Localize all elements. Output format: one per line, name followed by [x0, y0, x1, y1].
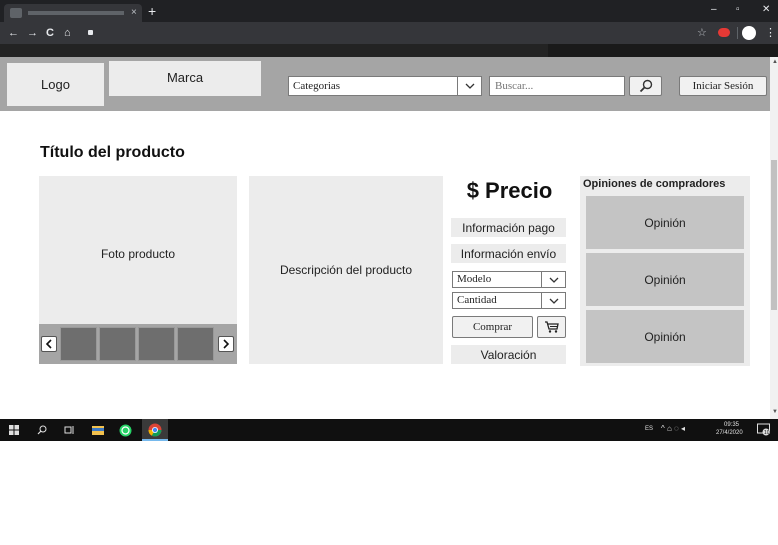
- bookmark-star-icon[interactable]: ☆: [697, 26, 707, 39]
- extension-icon[interactable]: [718, 28, 730, 37]
- reload-icon[interactable]: C: [46, 26, 54, 40]
- profile-avatar-icon[interactable]: [742, 26, 756, 40]
- home-icon[interactable]: ⌂: [64, 26, 71, 40]
- clock-date[interactable]: 27/4/2020: [716, 430, 743, 437]
- clock-time[interactable]: 09:35: [724, 422, 739, 429]
- model-select[interactable]: Modelo: [452, 271, 566, 288]
- whatsapp-icon[interactable]: [117, 422, 133, 438]
- browser-menu-icon[interactable]: ⋮: [765, 26, 776, 39]
- thumbnail[interactable]: [177, 327, 214, 361]
- product-price: $ Precio: [466, 178, 553, 203]
- opinion-card[interactable]: Opinión: [586, 310, 744, 363]
- language-indicator[interactable]: ES: [645, 426, 653, 433]
- tab-title-placeholder: [28, 11, 124, 15]
- notification-count: 10: [764, 430, 770, 436]
- product-photo-area: Foto producto: [39, 176, 237, 364]
- chevron-down-icon: [457, 77, 481, 95]
- tab-close-icon[interactable]: ×: [131, 6, 137, 20]
- back-icon[interactable]: ←: [8, 26, 19, 40]
- scroll-thumb[interactable]: [771, 160, 777, 310]
- bookmarks-bar-segment: [0, 44, 548, 57]
- search-icon: [639, 79, 652, 93]
- browser-toolbar: ← → C ⌂ ☆ ⋮: [0, 22, 778, 44]
- login-button[interactable]: Iniciar Sesión: [679, 76, 767, 96]
- scroll-up-icon[interactable]: ▲: [772, 59, 778, 65]
- buyer-opinions-heading: Opiniones de compradores: [583, 178, 726, 190]
- payment-info-link[interactable]: Información pago: [451, 218, 566, 237]
- chevron-down-icon: [541, 293, 565, 308]
- bookmarks-bar: [0, 44, 778, 57]
- toolbar-divider: [737, 27, 738, 39]
- windows-start-icon[interactable]: [6, 422, 22, 438]
- cart-icon: [544, 321, 559, 333]
- maximize-button[interactable]: ▫: [736, 3, 740, 17]
- buyer-opinions-panel: Opiniones de compradores Opinión Opinión…: [580, 176, 750, 366]
- tab-favicon-icon: [10, 8, 22, 18]
- chevron-down-icon: [541, 272, 565, 287]
- search-icon[interactable]: [34, 422, 50, 438]
- rating: Valoración: [451, 345, 566, 364]
- search-input[interactable]: [489, 76, 625, 96]
- site-header: Logo Marca Categorias Iniciar Sesión: [0, 57, 770, 111]
- browser-tab[interactable]: ×: [4, 4, 142, 22]
- logo[interactable]: Logo: [7, 63, 104, 106]
- opinion-card[interactable]: Opinión: [586, 253, 744, 306]
- product-photo-label: Foto producto: [100, 247, 176, 261]
- browser-tab-bar: × + – ▫ ✕: [0, 0, 778, 22]
- model-select-value: Modelo: [457, 273, 492, 285]
- category-select-value: Categorias: [293, 80, 341, 92]
- web-page: Logo Marca Categorias Iniciar Sesión Tít…: [0, 57, 770, 419]
- chevron-right-icon: [223, 339, 230, 349]
- thumbnail-prev-button[interactable]: [41, 336, 57, 352]
- notification-center-icon[interactable]: 10: [757, 423, 770, 436]
- screen: × + – ▫ ✕ ← → C ⌂ ☆ ⋮ Logo Marca Categor…: [0, 0, 778, 441]
- system-tray-icons[interactable]: ^ ⌂ ◌ ◂: [661, 424, 685, 434]
- opinion-card[interactable]: Opinión: [586, 196, 744, 249]
- thumbnail[interactable]: [99, 327, 136, 361]
- page-scrollbar[interactable]: ▲ ▼: [770, 57, 778, 419]
- new-tab-button[interactable]: +: [148, 3, 156, 19]
- brand[interactable]: Marca: [109, 61, 261, 96]
- active-app-indicator: [142, 439, 168, 441]
- thumbnail-next-button[interactable]: [218, 336, 234, 352]
- thumbnail-strip: [39, 324, 237, 364]
- minimize-button[interactable]: –: [711, 3, 717, 17]
- task-view-icon[interactable]: [61, 422, 77, 438]
- shipping-info-link[interactable]: Información envío: [451, 244, 566, 263]
- scroll-down-icon[interactable]: ▼: [772, 409, 778, 415]
- buy-button[interactable]: Comprar: [452, 316, 533, 338]
- folder-icon[interactable]: [90, 422, 106, 438]
- chrome-icon[interactable]: [147, 422, 163, 438]
- category-select[interactable]: Categorias: [288, 76, 482, 96]
- search-button[interactable]: [629, 76, 662, 96]
- close-window-button[interactable]: ✕: [762, 3, 770, 17]
- lock-icon: [88, 30, 93, 35]
- product-description: Descripción del producto: [249, 176, 443, 364]
- forward-icon[interactable]: →: [27, 26, 38, 40]
- product-title: Título del producto: [40, 144, 185, 161]
- thumbnail[interactable]: [138, 327, 175, 361]
- thumbnail[interactable]: [60, 327, 97, 361]
- quantity-select-value: Cantidad: [457, 294, 497, 306]
- windows-taskbar: ES ^ ⌂ ◌ ◂ 09:35 27/4/2020 10: [0, 419, 778, 441]
- add-to-cart-button[interactable]: [537, 316, 566, 338]
- quantity-select[interactable]: Cantidad: [452, 292, 566, 309]
- chevron-left-icon: [45, 339, 52, 349]
